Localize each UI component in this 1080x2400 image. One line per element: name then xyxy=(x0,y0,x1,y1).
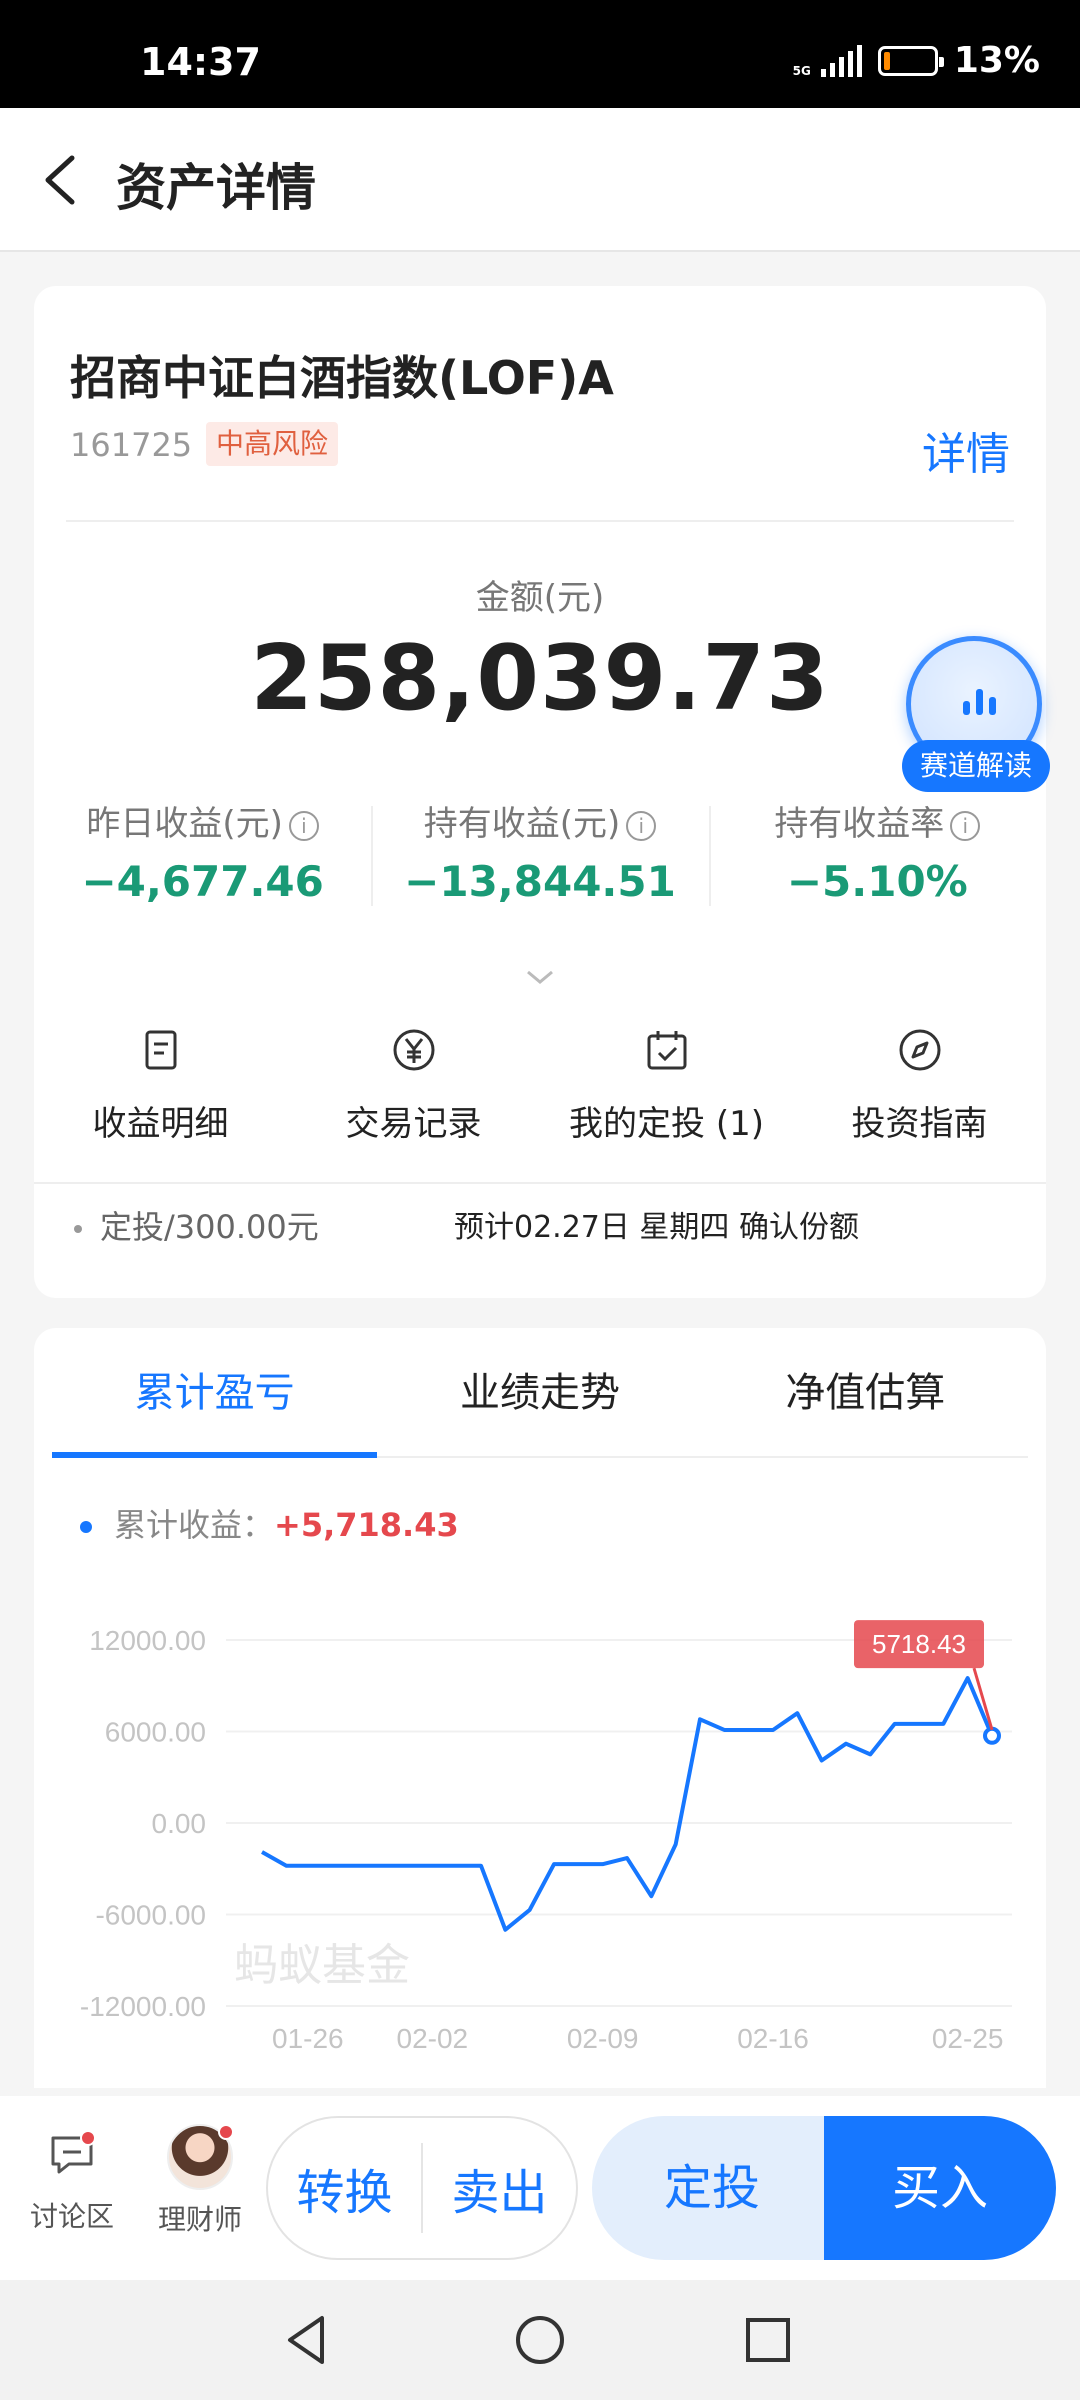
y-tick-label: 12000.00 xyxy=(89,1625,206,1656)
advisor-entry[interactable]: 理财师 xyxy=(150,2124,250,2238)
calendar-check-icon xyxy=(647,1031,686,1070)
action-trade-records[interactable]: 交易记录 xyxy=(287,1026,540,1146)
convert-button[interactable]: 转换 xyxy=(268,2153,421,2223)
bar-chart-icon xyxy=(963,685,996,715)
buy-button[interactable]: 买入 xyxy=(824,2116,1056,2260)
cumulative-profit-chart[interactable]: 12000.00 6000.00 0.00 -6000.00 -12000.00 蚂蚁基金… xyxy=(34,1578,1046,2078)
divider xyxy=(66,520,1014,522)
stat-value: −13,844.51 xyxy=(404,857,676,906)
cumulative-value: +5,718.43 xyxy=(274,1506,459,1544)
advisor-label: 理财师 xyxy=(157,2203,242,2236)
stat-holding-rate: 持有收益率 i −5.10% xyxy=(708,796,1046,916)
cumulative-profit-summary: 累计收益：+5,718.43 xyxy=(80,1500,459,1546)
stat-label: 持有收益(元) xyxy=(423,804,621,844)
plan-confirm-note: 预计02.27日 星期四 确认份额 xyxy=(454,1210,859,1245)
back-arrow-icon[interactable] xyxy=(36,150,96,210)
y-tick-label: -6000.00 xyxy=(95,1900,206,1931)
info-icon[interactable]: i xyxy=(288,810,319,841)
fund-name: 招商中证白酒指数(LOF)A xyxy=(70,351,614,405)
signal-icon: 5G xyxy=(792,44,862,78)
stat-label: 持有收益率 xyxy=(774,804,945,844)
amount-label: 金额(元) xyxy=(475,578,605,618)
fund-code: 161725 xyxy=(70,426,193,464)
status-bar: 14:37 5G 13% xyxy=(0,0,1080,108)
legend-dot xyxy=(80,1521,92,1533)
convert-sell-group: 转换 卖出 xyxy=(266,2116,578,2260)
nav-recents-icon[interactable] xyxy=(738,2310,798,2370)
fund-summary-card: 招商中证白酒指数(LOF)A 161725 中高风险 详情 金额(元) 258,… xyxy=(34,286,1050,1298)
nav-home-icon[interactable] xyxy=(510,2310,570,2370)
x-tick-label: 02-02 xyxy=(397,2023,469,2054)
x-tick-label: 02-16 xyxy=(737,2023,809,2054)
x-tick-label: 02-25 xyxy=(932,2023,1004,2054)
tab-nav-estimate[interactable]: 净值估算 xyxy=(703,1328,1028,1456)
action-label: 收益明细 xyxy=(92,1104,229,1144)
y-tick-label: 0.00 xyxy=(152,1808,207,1839)
system-nav-bar xyxy=(0,2280,1080,2400)
track-analysis-label[interactable]: 赛道解读 xyxy=(902,740,1050,792)
x-tick-label: 02-09 xyxy=(567,2023,639,2054)
battery-level xyxy=(883,51,891,70)
auto-invest-plan[interactable]: 定投/300.00元 xyxy=(74,1202,319,1248)
stat-value: −5.10% xyxy=(786,857,968,906)
sell-button[interactable]: 卖出 xyxy=(423,2153,576,2223)
notification-dot xyxy=(218,2124,234,2140)
action-label: 交易记录 xyxy=(345,1104,482,1144)
yen-icon xyxy=(393,1029,434,1071)
info-icon[interactable]: i xyxy=(626,810,657,841)
action-profit-detail[interactable]: 收益明细 xyxy=(34,1026,287,1146)
action-my-plan[interactable]: 我的定投 (1) xyxy=(540,1026,793,1146)
document-icon xyxy=(145,1030,176,1070)
series-line xyxy=(261,1676,994,1932)
stat-value: −4,677.46 xyxy=(81,857,324,906)
status-icons: 5G 13% xyxy=(793,40,1040,81)
action-invest-guide[interactable]: 投资指南 xyxy=(793,1026,1046,1146)
chevron-down-icon[interactable] xyxy=(524,962,556,994)
chart-watermark: 蚂蚁基金 xyxy=(234,1940,410,1991)
action-label: 投资指南 xyxy=(851,1104,988,1144)
auto-invest-button[interactable]: 定投 xyxy=(592,2116,832,2260)
fund-detail-link[interactable]: 详情 xyxy=(922,418,1010,482)
chart-tabs: 累计盈亏 业绩走势 净值估算 xyxy=(52,1328,1028,1458)
discussion-label: 讨论区 xyxy=(29,2200,114,2233)
network-type: 5G xyxy=(792,63,811,78)
action-label: 我的定投 (1) xyxy=(569,1104,764,1144)
battery-percent: 13% xyxy=(953,40,1040,81)
discussion-entry[interactable]: 讨论区 xyxy=(24,2130,120,2235)
page-title: 资产详情 xyxy=(116,159,316,217)
divider xyxy=(34,1182,1046,1184)
value-tag-label: 5718.43 xyxy=(872,1629,966,1659)
profit-chart-card: 累计盈亏 业绩走势 净值估算 累计收益：+5,718.43 12000.00 60… xyxy=(34,1328,1046,2088)
y-tick-label: -12000.00 xyxy=(80,1991,206,2022)
cumulative-label: 累计收益： xyxy=(114,1506,275,1544)
tab-performance-trend[interactable]: 业绩走势 xyxy=(377,1328,702,1456)
quick-actions: 收益明细 交易记录 我的定投 (1) 投资指南 xyxy=(34,1026,1046,1146)
x-tick-label: 01-26 xyxy=(272,2023,344,2054)
plan-text: 定投/300.00元 xyxy=(100,1208,319,1246)
amount-value: 258,039.73 xyxy=(250,626,830,731)
info-icon[interactable]: i xyxy=(950,810,981,841)
status-time: 14:37 xyxy=(140,40,261,84)
stat-holding: 持有收益(元) i −13,844.51 xyxy=(371,796,708,916)
y-tick-label: 6000.00 xyxy=(105,1717,206,1748)
notification-dot xyxy=(80,2130,96,2146)
tab-cumulative-profit[interactable]: 累计盈亏 xyxy=(52,1328,378,1458)
stat-label: 昨日收益(元) xyxy=(86,804,283,844)
nav-back-icon[interactable] xyxy=(278,2310,338,2370)
bottom-action-bar: 讨论区 理财师 转换 卖出 定投 买入 xyxy=(0,2096,1080,2280)
last-data-point xyxy=(983,1726,1001,1745)
battery-icon xyxy=(877,45,944,76)
risk-badge: 中高风险 xyxy=(206,422,339,466)
app-header: 资产详情 xyxy=(0,108,1080,252)
compass-icon xyxy=(899,1029,940,1071)
bullet-icon xyxy=(74,1225,82,1233)
stat-yesterday: 昨日收益(元) i −4,677.46 xyxy=(34,796,371,916)
profit-stats: 昨日收益(元) i −4,677.46 持有收益(元) i −13,844.51 持… xyxy=(34,796,1046,916)
